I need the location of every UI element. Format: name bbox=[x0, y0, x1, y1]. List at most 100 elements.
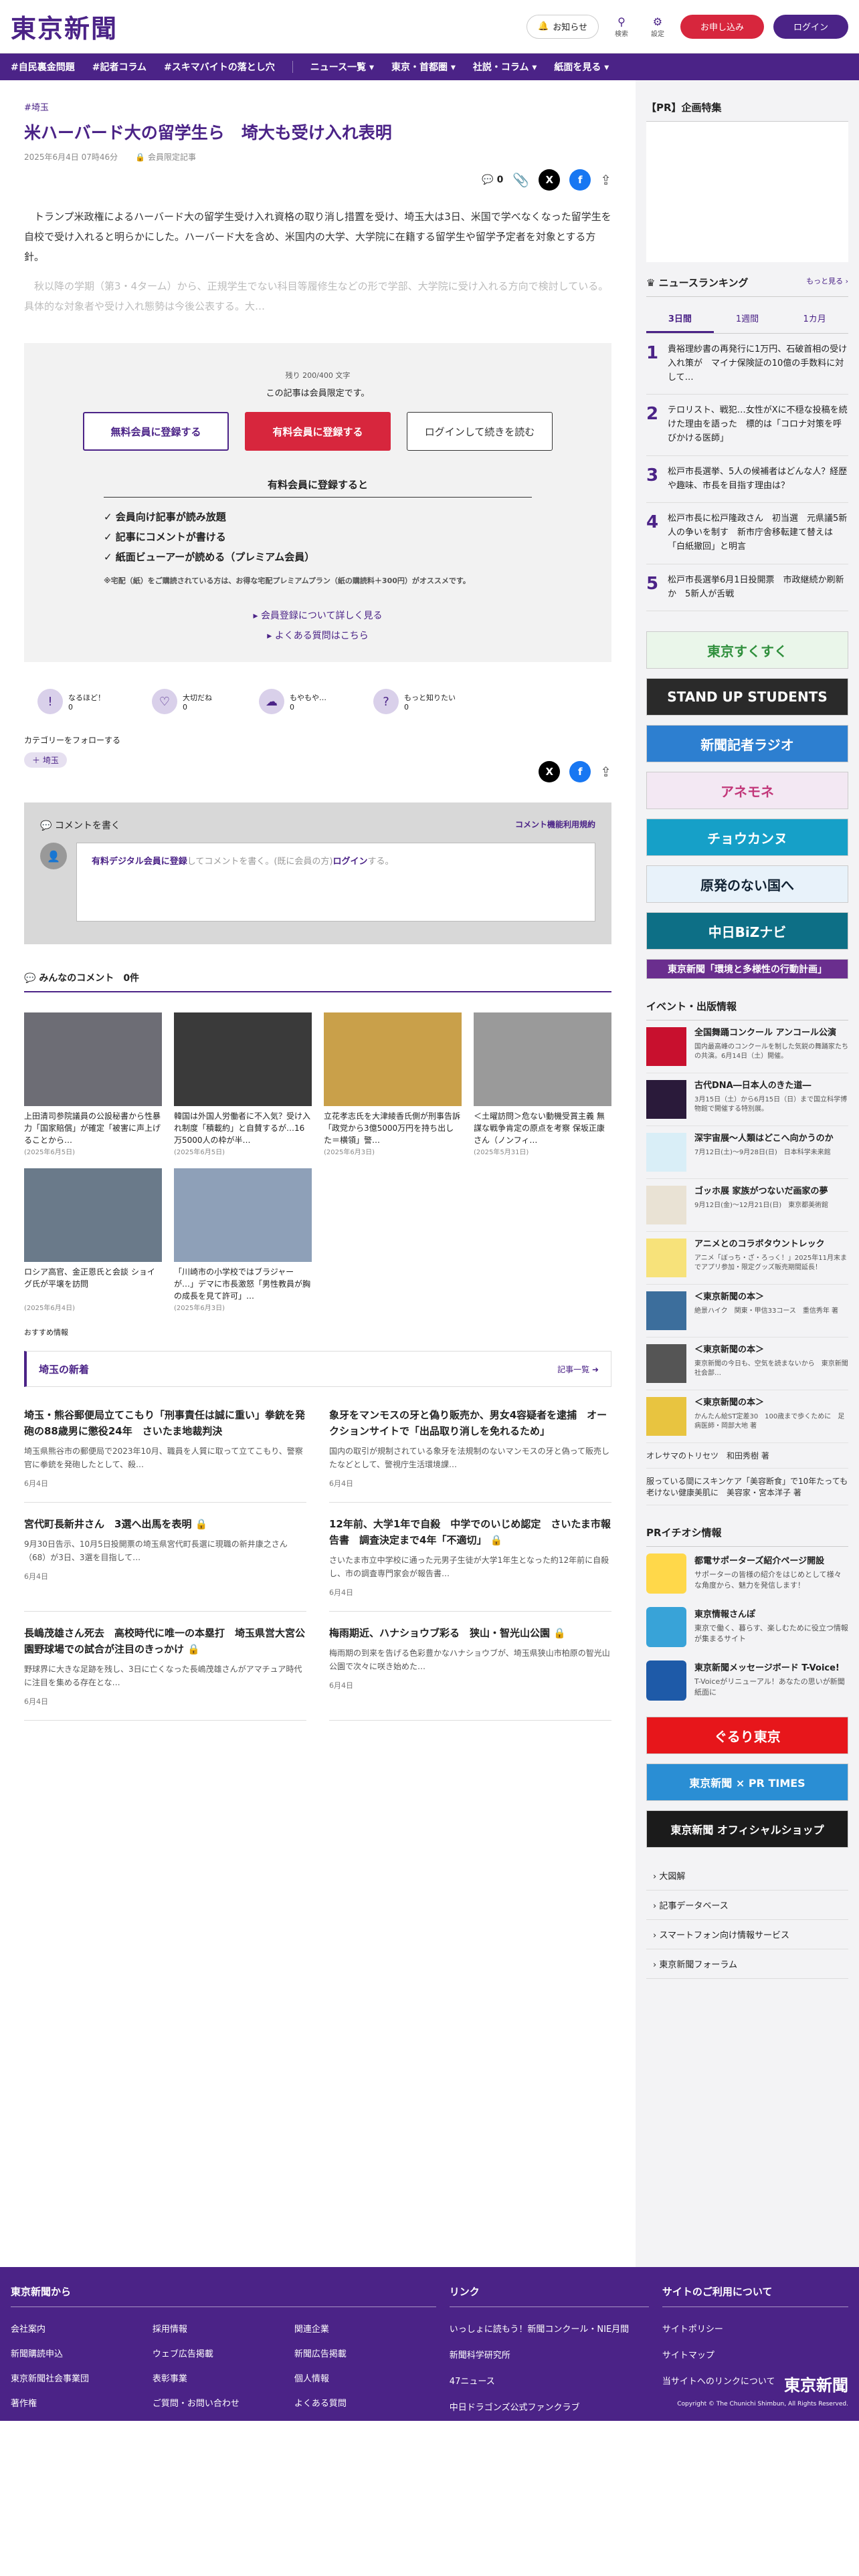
news-item[interactable]: 12年前、大学1年で自殺 中学でのいじめ認定 さいたま市報告書 調査決定まで4年… bbox=[329, 1503, 611, 1612]
tab-1month[interactable]: 1カ月 bbox=[781, 305, 848, 333]
news-item[interactable]: 宮代町長新井さん 3選へ出馬を表明 🔒 9月30日告示、10月5日投開票の埼玉県宮… bbox=[24, 1503, 306, 1612]
ranking-more-link[interactable]: もっと見る › bbox=[806, 276, 848, 290]
footer-link[interactable]: ウェブ広告掲載 bbox=[153, 2347, 294, 2359]
book-item[interactable]: ＜東京新聞の本＞ 東京新聞の今日も、空気を読まないから 東京新聞社会部… bbox=[646, 1337, 848, 1391]
login-continue-button[interactable]: ログインして続きを読む bbox=[407, 412, 553, 451]
event-item[interactable]: 深宇宙展～人類はどこへ向かうのか 7月12日(土)～9月28日(日) 日本科学未来… bbox=[646, 1126, 848, 1180]
follow-chip-saitama[interactable]: ＋ 埼玉 bbox=[24, 752, 67, 768]
login-button[interactable]: ログイン bbox=[773, 14, 848, 39]
related-card[interactable]: 上田清司参院議員の公設秘書から性暴力「国家賠償」が確定「被害に声上げることから…… bbox=[24, 1012, 162, 1156]
banner-shop[interactable]: 東京新聞 オフィシャルショップ bbox=[646, 1810, 848, 1848]
book-item[interactable]: ＜東京新聞の本＞ かんたん絵ST定差30 100歳まで歩くために 足病医師・岡部大… bbox=[646, 1390, 848, 1444]
share-icon[interactable]: ⇪ bbox=[600, 764, 611, 780]
banner-anemone[interactable]: アネモネ bbox=[646, 772, 848, 810]
comment-input[interactable]: 有料デジタル会員に登録してコメントを書く。(既に会員の方)ログインする。 bbox=[76, 843, 595, 922]
banner-bizbavi[interactable]: 中日BiZナビ bbox=[646, 912, 848, 950]
book-item[interactable]: ＜東京新聞の本＞ 絶景ハイク 関東・甲信33コース 重信秀年 著 bbox=[646, 1285, 848, 1338]
article-tag[interactable]: #埼玉 bbox=[24, 100, 611, 113]
sidebar-link[interactable]: › スマートフォン向け情報サービス bbox=[646, 1920, 848, 1950]
comment-count[interactable]: 💬 0 bbox=[482, 175, 503, 185]
event-item[interactable]: アニメとのコラボタウントレック アニメ「ぼっち・ざ・ろっく！」2025年11月末ま… bbox=[646, 1232, 848, 1285]
related-card[interactable]: 立花孝志氏を大津綾香氏側が刑事告訴「政党から3億5000万円を持ち出した＝横領」… bbox=[324, 1012, 462, 1156]
ranking-item[interactable]: 3 松戸市長選挙、5人の候補者はどんな人？経歴や趣味、市長を目指す理由は？ bbox=[646, 456, 848, 504]
banner-genpatsu[interactable]: 原発のない国へ bbox=[646, 865, 848, 903]
notify-button[interactable]: 🔔 お知らせ bbox=[527, 14, 599, 39]
footer-link[interactable]: 個人情報 bbox=[294, 2371, 436, 2384]
settings-button[interactable]: ⚙ 設定 bbox=[644, 15, 671, 38]
footer-link[interactable]: よくある質問 bbox=[294, 2396, 436, 2409]
footer-link[interactable]: サイトポリシー bbox=[662, 2322, 848, 2335]
faq-link[interactable]: ▸ よくある質問はこちら bbox=[24, 629, 611, 642]
tab-3days[interactable]: 3日間 bbox=[646, 305, 714, 333]
news-item[interactable]: 梅雨期近、ハナショウブ彩る 狭山・智光山公園 🔒 梅雨期の到来を告げる色彩豊かなハ… bbox=[329, 1612, 611, 1721]
pr-item[interactable]: 東京新聞メッセージボード T-Voice! T-Voiceがリニューアル！あなたの… bbox=[646, 1654, 848, 1707]
comment-rules-link[interactable]: コメント機能利用規約 bbox=[515, 819, 595, 832]
pr-item[interactable]: 都電サポーターズ紹介ページ開設 サポーターの皆様の紹介をはじめとして様々な角度から… bbox=[646, 1547, 848, 1600]
x-share-icon[interactable]: X bbox=[539, 169, 561, 191]
nav-item[interactable]: 社説・コラム ▾ bbox=[473, 60, 537, 74]
ranking-item[interactable]: 5 松戸市長選挙6月1日投開票 市政継続か刷新か 5新人が舌戦 bbox=[646, 564, 848, 612]
facebook-share-icon[interactable]: f bbox=[569, 169, 591, 191]
banner-gururi[interactable]: ぐるり東京 bbox=[646, 1717, 848, 1755]
nav-item[interactable]: #スキマバイトの落とし穴 bbox=[164, 60, 275, 74]
related-card[interactable]: ロシア高官、金正恩氏と会談 ショイグ氏が平壌を訪問 (2025年6月4日) bbox=[24, 1168, 162, 1312]
news-item[interactable]: 象牙をマンモスの牙と偽り販売か、男女4容疑者を逮捕 オークションサイトで「出品取… bbox=[329, 1394, 611, 1503]
register-info-link[interactable]: ▸ 会員登録について詳しく見る bbox=[24, 609, 611, 622]
event-item[interactable]: 古代DNA―日本人のきた道― 3月15日（土）から6月15日（日）まで国立科学博物… bbox=[646, 1073, 848, 1127]
banner-radio[interactable]: 新聞記者ラジオ bbox=[646, 725, 848, 763]
banner-sukusuku[interactable]: 東京すくすく bbox=[646, 631, 848, 669]
reaction-naruhodo[interactable]: ! なるほど！ 0 bbox=[37, 689, 105, 714]
event-item[interactable]: 全国舞踊コンクール アンコール公演 国内最高峰のコンクールを制した気鋭の舞踊家たち… bbox=[646, 1021, 848, 1074]
nav-item[interactable]: ニュース一覧 ▾ bbox=[310, 60, 374, 74]
tab-1week[interactable]: 1週間 bbox=[714, 305, 781, 333]
facebook-share-icon[interactable]: f bbox=[569, 761, 591, 782]
sidebar-link[interactable]: › 記事データベース bbox=[646, 1891, 848, 1921]
apply-button[interactable]: お申し込み bbox=[680, 14, 764, 39]
footer-link[interactable]: 47ニュース bbox=[450, 2374, 649, 2387]
book-link[interactable]: オレサマのトリセツ 和田秀樹 著 bbox=[646, 1443, 848, 1469]
related-card[interactable]: 「川崎市の小学校ではブラジャーが…」デマに市長激怒「男性教員が胸の成長を見て許可… bbox=[174, 1168, 312, 1312]
footer-link[interactable]: サイトマップ bbox=[662, 2348, 848, 2361]
sidebar-link[interactable]: › 東京新聞フォーラム bbox=[646, 1949, 848, 1979]
footer-link[interactable]: 表彰事業 bbox=[153, 2371, 294, 2384]
site-logo[interactable]: 東京新聞 bbox=[11, 8, 118, 45]
banner-action-plan[interactable]: 東京新聞「環境と多様性の行動計画」 bbox=[646, 959, 848, 980]
paid-register-button[interactable]: 有料会員に登録する bbox=[245, 412, 391, 451]
article-list-link[interactable]: 記事一覧 ➜ bbox=[557, 1364, 599, 1375]
nav-item[interactable]: 紙面を見る ▾ bbox=[554, 60, 609, 74]
search-button[interactable]: ⚲ 検索 bbox=[608, 15, 635, 38]
related-card[interactable]: ＜土曜訪問＞危ない動機受賞主義 無謀な戦争肯定の原点を考察 保坂正康さん（ノンフ… bbox=[474, 1012, 611, 1156]
event-item[interactable]: ゴッホ展 家族がつないだ画家の夢 9月12日(金)～12月21日(日) 東京都美術… bbox=[646, 1179, 848, 1232]
banner-prtimes[interactable]: 東京新聞 × PR TIMES bbox=[646, 1763, 848, 1802]
reaction-taisetsu[interactable]: ♡ 大切だね 0 bbox=[152, 689, 212, 714]
nav-item[interactable]: #自民裏金問題 bbox=[11, 60, 75, 74]
footer-link[interactable]: 関連企業 bbox=[294, 2322, 436, 2335]
banner-standup[interactable]: STAND UP STUDENTS bbox=[646, 678, 848, 716]
share-icon[interactable]: ⇪ bbox=[600, 172, 611, 188]
reaction-moyamoya[interactable]: ☁ もやもや… 0 bbox=[259, 689, 326, 714]
footer-link[interactable]: 会社案内 bbox=[11, 2322, 153, 2335]
ranking-item[interactable]: 1 貴裕理紗書の再発行に1万円、石破首相の受け入れ策が マイナ保険証の10億の手数… bbox=[646, 334, 848, 395]
footer-link[interactable]: 採用情報 bbox=[153, 2322, 294, 2335]
footer-link[interactable]: ご質問・お問い合わせ bbox=[153, 2396, 294, 2409]
pr-item[interactable]: 東京情報さんぽ 東京で働く、暮らす、楽しむために役立つ情報が集まるサイト bbox=[646, 1600, 848, 1654]
footer-link[interactable]: 中日ドラゴンズ公式ファンクラブ bbox=[450, 2400, 649, 2413]
news-item[interactable]: 長嶋茂雄さん死去 高校時代に唯一の本塁打 埼玉県営大宮公園野球場での試合が注目の… bbox=[24, 1612, 306, 1721]
news-item[interactable]: 埼玉・熊谷郵便局立てこもり「刑事責任は誠に重い」拳銃を発砲の88歳男に懲役24年… bbox=[24, 1394, 306, 1503]
free-register-button[interactable]: 無料会員に登録する bbox=[83, 412, 229, 451]
sidebar-link[interactable]: › 大図解 bbox=[646, 1861, 848, 1891]
footer-link[interactable]: 新聞広告掲載 bbox=[294, 2347, 436, 2359]
ranking-item[interactable]: 4 松戸市長に松戸隆政さん 初当選 元県議5新人の争いを制す 新市庁舎移転建て替え… bbox=[646, 503, 848, 564]
reaction-motto[interactable]: ? もっと知りたい 0 bbox=[373, 689, 456, 714]
footer-link[interactable]: 著作権 bbox=[11, 2396, 153, 2409]
book-link[interactable]: 服っている間にスキンケア「美容断食」で10年たっても老けない健康美肌に 美容家・… bbox=[646, 1469, 848, 1506]
footer-link[interactable]: 新聞科学研究所 bbox=[450, 2348, 649, 2361]
ranking-item[interactable]: 2 テロリスト、戦犯…女性がXに不穏な投稿を続けた理由を語った 標的は「コロナ対策… bbox=[646, 395, 848, 456]
nav-item[interactable]: #記者コラム bbox=[92, 60, 147, 74]
x-share-icon[interactable]: X bbox=[539, 761, 561, 782]
footer-link[interactable]: 新聞購読申込 bbox=[11, 2347, 153, 2359]
footer-link[interactable]: いっしょに読もう！新聞コンクール・NIE月間 bbox=[450, 2322, 649, 2335]
nav-item[interactable]: 東京・首都圏 ▾ bbox=[391, 60, 456, 74]
clip-icon[interactable]: 📎 bbox=[512, 172, 529, 188]
footer-link[interactable]: 東京新聞社会事業団 bbox=[11, 2371, 153, 2384]
